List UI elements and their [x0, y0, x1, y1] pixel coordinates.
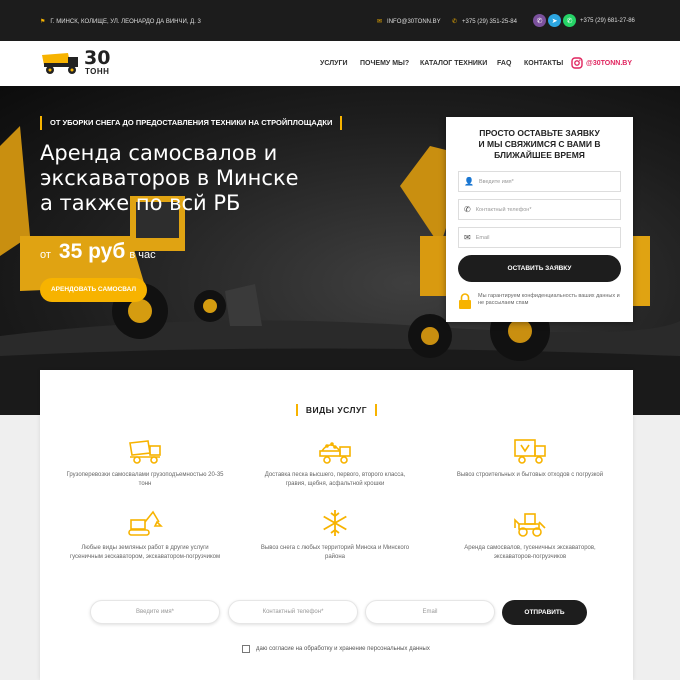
service-text: Вывоз строительных и бытовых отходов с п… [456, 472, 604, 478]
form-email-input[interactable]: ✉ Email [458, 227, 621, 248]
messengers: ✆ ➤ ✆ [533, 14, 576, 27]
request-form: ПРОСТО ОСТАВЬТЕ ЗАЯВКУ И МЫ СВЯЖИМСЯ С В… [446, 117, 633, 322]
service-item: Грузоперевозки самосвалами грузоподъемно… [65, 435, 225, 488]
form-title-line1: ПРОСТО ОСТАВЬТЕ ЗАЯВКУ [479, 128, 600, 138]
excavator-icon [128, 510, 163, 536]
form-phone-placeholder: Контактный телефон* [475, 206, 532, 213]
hero-title-line2: экскаваторов в Минске [40, 166, 299, 190]
whatsapp-icon[interactable]: ✆ [563, 14, 576, 27]
phone-icon: ✆ [452, 19, 458, 25]
logo[interactable]: 30 ТОНН [40, 49, 110, 76]
consent-row: даю согласие на обработку и хранение пер… [242, 645, 430, 653]
price-value: 35 руб [58, 240, 126, 263]
loader-icon [514, 513, 546, 537]
bottom-phone-input[interactable]: Контактный телефон* [228, 600, 358, 624]
services-title: ВИДЫ УСЛУГ [40, 400, 633, 418]
nav-item-catalog[interactable]: КАТАЛОГ ТЕХНИКИ [420, 60, 487, 67]
instagram-icon [571, 57, 583, 69]
nav-item-contacts[interactable]: КОНТАКТЫ [524, 60, 563, 67]
telegram-icon[interactable]: ➤ [548, 14, 561, 27]
rent-dump-truck-button[interactable]: АРЕНДОВАТЬ САМОСВАЛ [40, 278, 147, 302]
email-block[interactable]: ✉ INFO@30TONN.BY [377, 18, 441, 26]
send-button[interactable]: ОТПРАВИТЬ [502, 600, 587, 625]
nav-item-why-us[interactable]: ПОЧЕМУ МЫ? [360, 60, 409, 67]
phone1-block[interactable]: ✆ +375 (29) 351-25-84 [452, 18, 517, 26]
mail-icon: ✉ [377, 19, 383, 25]
bottom-name-input[interactable]: Введите имя* [90, 600, 220, 624]
form-title-line2: И МЫ СВЯЖИМСЯ С ВАМИ В [478, 139, 601, 149]
phone2-block[interactable]: +375 (29) 681-27-86 [580, 18, 635, 24]
form-name-input[interactable]: 👤 Введите имя* [458, 171, 621, 192]
top-bar: ⚑ Г. МИНСК, КОЛИЩЕ, УЛ. ЛЕОНАРДО ДА ВИНЧ… [0, 0, 680, 41]
hero-title-line3: а также по всй РБ [40, 191, 241, 215]
service-item: Любые виды земляных работ в другие услуг… [65, 508, 225, 561]
nav-item-services[interactable]: УСЛУГИ [320, 60, 348, 67]
form-name-placeholder: Введите имя* [478, 178, 514, 185]
hero-title-line1: Аренда самосвалов и [40, 141, 278, 165]
hero-price: от 35 руб в час [40, 240, 156, 264]
address-text: Г. МИНСК, КОЛИЩЕ, УЛ. ЛЕОНАРДО ДА ВИНЧИ,… [50, 18, 201, 25]
privacy-note: Мы гарантируем конфиденциальность ваших … [458, 293, 621, 309]
logo-word: ТОНН [84, 67, 110, 76]
form-title-line3: БЛИЖАЙШЕЕ ВРЕМЯ [494, 150, 585, 160]
snowflake-icon [323, 510, 347, 536]
address-block: ⚑ Г. МИНСК, КОЛИЩЕ, УЛ. ЛЕОНАРДО ДА ВИНЧ… [40, 18, 201, 26]
submit-request-button[interactable]: ОСТАВИТЬ ЗАЯВКУ [458, 255, 621, 282]
service-item: Вывоз строительных и бытовых отходов с п… [450, 435, 610, 480]
service-text: Любые виды земляных работ в другие услуг… [69, 545, 221, 560]
phone-icon: ✆ [464, 205, 471, 214]
form-email-placeholder: Email [475, 234, 490, 241]
consent-label: даю согласие на обработку и хранение пер… [256, 646, 430, 652]
consent-checkbox[interactable] [242, 645, 250, 653]
user-icon: 👤 [464, 177, 474, 186]
dump-truck-icon [129, 440, 161, 464]
service-text: Доставка песка высшего, первого, второго… [264, 472, 406, 487]
services-title-text: ВИДЫ УСЛУГ [295, 404, 378, 416]
bottom-email-input[interactable]: Email [365, 600, 495, 624]
services-section: ВИДЫ УСЛУГ Грузоперевозки самосвалами гр… [40, 370, 633, 680]
main-nav: 30 ТОНН УСЛУГИ ПОЧЕМУ МЫ? КАТАЛОГ ТЕХНИК… [0, 41, 680, 86]
location-icon: ⚑ [40, 19, 46, 25]
logo-number: 30 [84, 47, 111, 69]
nav-item-faq[interactable]: FAQ [497, 60, 511, 67]
sand-truck-icon [319, 442, 351, 464]
service-item: Аренда самосвалов, гусеничных экскаватор… [450, 508, 610, 561]
phone2-link[interactable]: +375 (29) 681-27-86 [580, 18, 635, 24]
price-unit: в час [129, 249, 156, 261]
service-item: Доставка песка высшего, первого, второго… [255, 435, 415, 488]
hero-tagline: ОТ УБОРКИ СНЕГА ДО ПРЕДОСТАВЛЕНИЯ ТЕХНИК… [40, 116, 343, 130]
service-text: Аренда самосвалов, гусеничных экскаватор… [464, 545, 596, 560]
logo-truck-icon [42, 53, 78, 74]
service-item: Вывоз снега с любых территорий Минска и … [255, 508, 415, 561]
privacy-text: Мы гарантируем конфиденциальность ваших … [478, 293, 620, 306]
instagram-link[interactable]: @30TONN.BY [571, 57, 632, 69]
instagram-handle: @30TONN.BY [586, 59, 632, 67]
service-text: Вывоз снега с любых территорий Минска и … [260, 545, 410, 560]
price-from: от [40, 249, 51, 261]
mail-icon: ✉ [464, 233, 471, 242]
email-link[interactable]: INFO@30TONN.BY [387, 19, 441, 25]
service-text: Грузоперевозки самосвалами грузоподъемно… [66, 472, 224, 487]
form-title: ПРОСТО ОСТАВЬТЕ ЗАЯВКУ И МЫ СВЯЖИМСЯ С В… [446, 128, 633, 161]
lock-icon [459, 293, 471, 309]
form-phone-input[interactable]: ✆ Контактный телефон* [458, 199, 621, 220]
phone1-link[interactable]: +375 (29) 351-25-84 [462, 19, 517, 25]
viber-icon[interactable]: ✆ [533, 14, 546, 27]
waste-truck-icon [514, 439, 546, 464]
hero-title: Аренда самосвалов и экскаваторов в Минск… [40, 141, 370, 216]
logo-text: 30 ТОНН [84, 47, 111, 77]
